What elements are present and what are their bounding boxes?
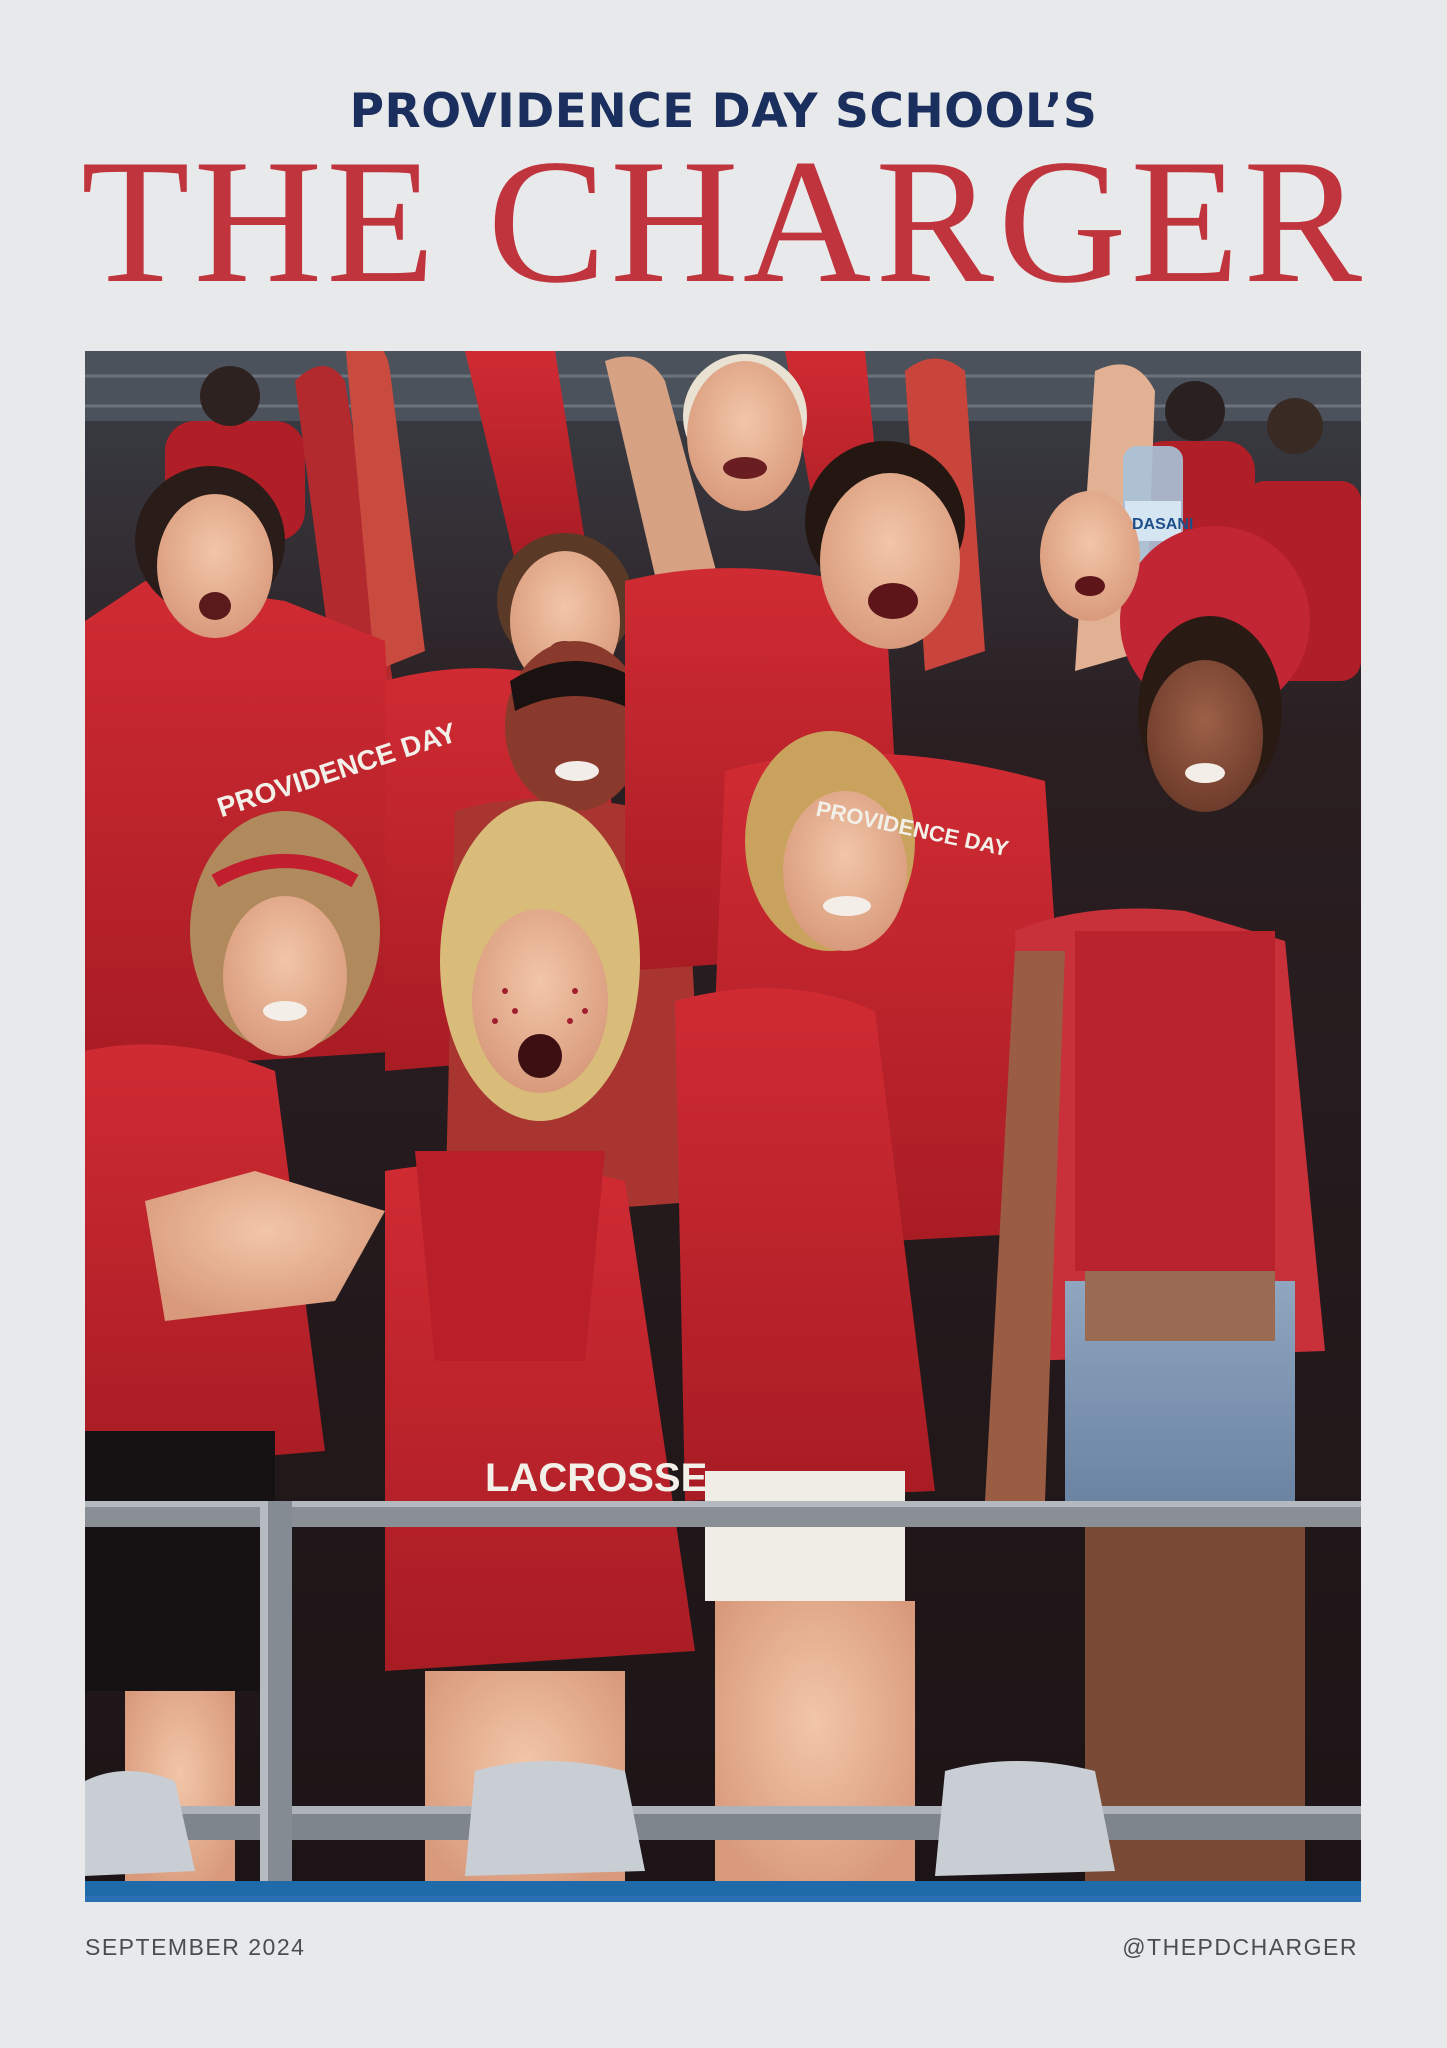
cover-photo: PROVIDENCE DAY PROVIDENCE DAY LACROSSE D… [85,351,1361,1902]
footer-date: SEPTEMBER 2024 [85,1934,306,1960]
photo-bottom-stripe [85,1896,1361,1902]
bottle-label: DASANI [1132,516,1193,533]
shirt-text-lacrosse: LACROSSE [485,1456,707,1500]
footer-handle[interactable]: @THEPDCHARGER [1122,1933,1358,1961]
masthead-title: THE CHARGER [80,122,1367,320]
